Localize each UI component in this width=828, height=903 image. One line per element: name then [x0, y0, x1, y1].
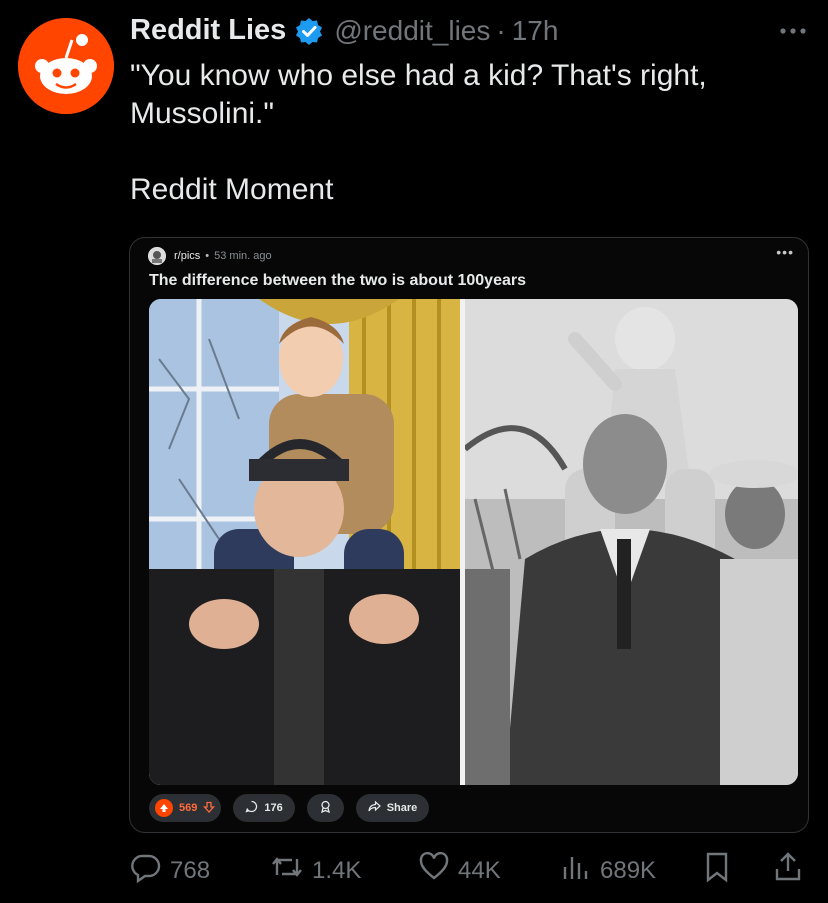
- bookmark-icon: [702, 851, 732, 890]
- post-title: The difference between the two is about …: [149, 272, 526, 289]
- share-pill: Share: [355, 794, 430, 822]
- reply-button[interactable]: 768: [130, 851, 210, 890]
- vote-count: 569: [179, 802, 198, 814]
- left-photo: [149, 299, 460, 785]
- more-options-icon[interactable]: [776, 18, 810, 44]
- embedded-reddit-post-image[interactable]: r/pics • 53 min. ago ••• The difference …: [129, 237, 809, 833]
- downvote-icon: [203, 801, 216, 816]
- share-label: Share: [386, 802, 418, 814]
- views-count: 689K: [600, 856, 657, 884]
- tweet-header: Reddit Lies @reddit_lies · 17h: [130, 14, 558, 47]
- like-icon: [418, 851, 450, 890]
- like-button[interactable]: 44K: [418, 851, 501, 890]
- author-handle[interactable]: @reddit_lies: [334, 15, 490, 47]
- share-icon: [368, 800, 381, 816]
- like-count: 44K: [458, 856, 501, 884]
- post-meta: r/pics • 53 min. ago: [148, 242, 272, 270]
- comment-icon: [245, 800, 258, 816]
- bookmark-button[interactable]: [702, 851, 732, 890]
- reddit-logo-icon[interactable]: [18, 18, 114, 114]
- comments-pill: 176: [233, 794, 295, 822]
- views-button[interactable]: 689K: [560, 851, 656, 890]
- upvote-icon: [155, 799, 173, 817]
- share-tweet-button[interactable]: [772, 851, 804, 890]
- reply-icon: [130, 851, 162, 890]
- award-icon: [319, 800, 332, 816]
- post-age: 53 min. ago: [214, 250, 272, 262]
- meta-separator: •: [205, 250, 210, 262]
- tweet-time[interactable]: 17h: [512, 15, 559, 47]
- right-photo: [465, 299, 798, 785]
- upload-share-icon: [772, 851, 804, 890]
- repost-icon: [270, 851, 304, 890]
- verified-badge-icon: [294, 16, 324, 46]
- post-photos: [149, 299, 798, 785]
- reply-count: 768: [170, 856, 211, 884]
- subreddit-avatar-icon: [148, 247, 166, 265]
- separator-dot: ·: [496, 14, 506, 46]
- tweet-text: "You know who else had a kid? That's rig…: [130, 59, 707, 206]
- award-pill: [306, 794, 344, 822]
- views-icon: [560, 851, 592, 890]
- comment-count: 176: [264, 802, 283, 814]
- vote-pill: 569: [149, 794, 222, 822]
- post-action-bar: 569 176 Share: [149, 794, 430, 822]
- card-more-icon: •••: [776, 244, 794, 260]
- repost-button[interactable]: 1.4K: [270, 851, 361, 890]
- subreddit-name: r/pics: [174, 250, 201, 262]
- repost-count: 1.4K: [312, 856, 362, 884]
- tweet-action-bar: 768 1.4K 44K 689K: [130, 851, 810, 887]
- author-name[interactable]: Reddit Lies: [130, 14, 286, 47]
